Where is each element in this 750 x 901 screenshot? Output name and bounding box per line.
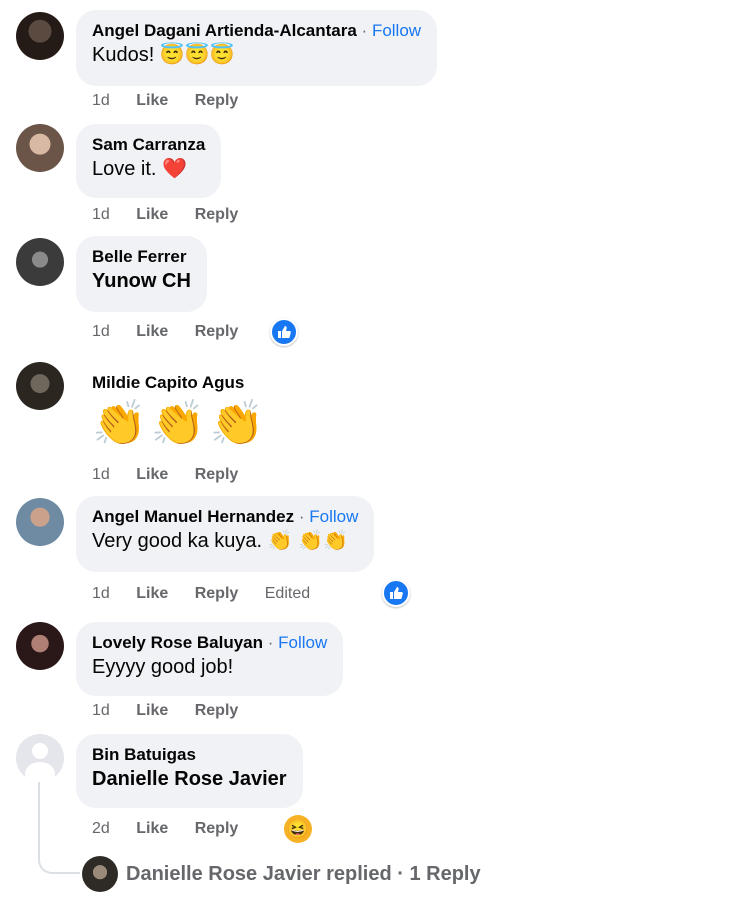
comment-text: Very good ka kuya. 👏 👏👏: [92, 530, 348, 552]
reply-button[interactable]: Reply: [195, 820, 239, 837]
avatar[interactable]: [16, 622, 64, 670]
default-avatar-head: [32, 743, 48, 759]
separator-dot: ·: [361, 21, 372, 40]
reply-button[interactable]: Reply: [195, 323, 239, 340]
like-button[interactable]: Like: [136, 206, 168, 223]
follow-button[interactable]: Follow: [278, 633, 327, 652]
reply-button[interactable]: Reply: [195, 92, 239, 109]
reply-button[interactable]: Reply: [195, 702, 239, 719]
avatar[interactable]: [16, 734, 64, 782]
avatar[interactable]: [16, 238, 64, 286]
comment-bubble: Angel Manuel Hernandez · Follow Very goo…: [76, 496, 375, 572]
comment-bubble: Lovely Rose Baluyan · Follow Eyyyy good …: [76, 622, 344, 696]
comment-time[interactable]: 2d: [92, 820, 110, 837]
separator-dot: ·: [267, 633, 279, 652]
haha-icon: 😆: [286, 818, 310, 839]
comment-time[interactable]: 1d: [92, 323, 110, 340]
like-button[interactable]: Like: [136, 702, 168, 719]
comment-text: Danielle Rose Javier: [92, 768, 287, 790]
view-replies-link[interactable]: Danielle Rose Javier replied · 1 Reply: [82, 856, 481, 892]
follow-button[interactable]: Follow: [372, 21, 421, 40]
comment-author[interactable]: Belle Ferrer: [92, 246, 191, 268]
like-icon: [278, 326, 291, 338]
separator-dot: ·: [298, 507, 310, 526]
comment-bubble: Belle Ferrer Yunow CH: [76, 236, 207, 312]
thread-line: [38, 782, 40, 852]
comment-text: 👏👏👏: [92, 399, 269, 448]
comment-text: Eyyyy good job!: [92, 656, 234, 678]
comment-actions: 1d Like Reply: [92, 322, 260, 342]
thread-elbow: [38, 850, 80, 874]
comment-time[interactable]: 1d: [92, 92, 110, 109]
like-button[interactable]: Like: [136, 585, 168, 602]
like-reaction-badge[interactable]: [382, 579, 410, 607]
comment-actions: 1d Like Reply: [92, 205, 260, 225]
like-reaction-badge[interactable]: [270, 318, 298, 346]
comment-text: Kudos! 😇😇😇: [92, 44, 235, 66]
comment-time[interactable]: 1d: [92, 702, 110, 719]
avatar[interactable]: [16, 12, 64, 60]
like-button[interactable]: Like: [136, 820, 168, 837]
like-button[interactable]: Like: [136, 92, 168, 109]
like-button[interactable]: Like: [136, 466, 168, 483]
comment-author[interactable]: Sam Carranza: [92, 134, 205, 156]
like-button[interactable]: Like: [136, 323, 168, 340]
avatar[interactable]: [16, 362, 64, 410]
avatar[interactable]: [16, 124, 64, 172]
comment-text: Yunow CH: [92, 270, 191, 292]
comment-author[interactable]: Angel Dagani Artienda-Alcantara: [92, 21, 357, 40]
edited-label: Edited: [264, 585, 311, 602]
reply-button[interactable]: Reply: [195, 585, 239, 602]
follow-button[interactable]: Follow: [309, 507, 358, 526]
comment-author[interactable]: Mildie Capito Agus: [92, 372, 244, 394]
comment-author[interactable]: Lovely Rose Baluyan: [92, 633, 263, 652]
comment-author[interactable]: Angel Manuel Hernandez: [92, 507, 294, 526]
avatar[interactable]: [16, 498, 64, 546]
reply-button[interactable]: Reply: [195, 206, 239, 223]
reply-button[interactable]: Reply: [195, 466, 239, 483]
comment-text: Love it. ❤️: [92, 158, 187, 180]
comment-bubble: Angel Dagani Artienda-Alcantara · Follow…: [76, 10, 438, 86]
comment-time[interactable]: 1d: [92, 206, 110, 223]
comment-actions: 1d Like Reply: [92, 91, 260, 111]
comment-actions: 1d Like Reply: [92, 701, 260, 721]
reply-avatar: [82, 856, 118, 892]
like-icon: [390, 587, 403, 599]
comment-actions: 2d Like Reply: [92, 819, 260, 839]
comment-actions: 1d Like Reply: [92, 465, 260, 485]
replies-summary-text: Danielle Rose Javier replied · 1 Reply: [126, 862, 481, 885]
comment-actions: 1d Like Reply Edited: [92, 584, 332, 604]
comment-bubble: Bin Batuigas Danielle Rose Javier: [76, 734, 303, 808]
comment-time[interactable]: 1d: [92, 585, 110, 602]
comment-time[interactable]: 1d: [92, 466, 110, 483]
comment-author[interactable]: Bin Batuigas: [92, 744, 287, 766]
haha-reaction-badge[interactable]: 😆: [284, 815, 312, 843]
comment-bubble: Sam Carranza Love it. ❤️: [76, 124, 222, 198]
default-avatar-body: [25, 762, 55, 782]
